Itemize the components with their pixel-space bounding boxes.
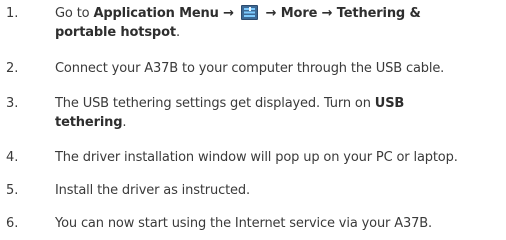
usb-label: USB xyxy=(374,96,405,111)
step-text: Connect your A37B to your computer throu… xyxy=(55,61,445,76)
tethering-label-line2: portable hotspot xyxy=(55,25,176,40)
step-number: 4. xyxy=(6,150,19,165)
step-prefix: Go to xyxy=(55,6,94,21)
step-number: 3. xyxy=(6,96,19,111)
step-text-line1: The USB tethering settings get displayed… xyxy=(55,96,375,111)
application-menu-label: Application Menu xyxy=(93,6,219,21)
step-number: 5. xyxy=(6,183,19,198)
step-text: Go to Application Menu → → More → Tether… xyxy=(55,4,501,42)
step-number: 2. xyxy=(6,61,19,76)
instruction-list: 1. Go to Application Menu → → More → Tet… xyxy=(0,0,506,240)
step-text: You can now start using the Internet ser… xyxy=(55,216,432,231)
more-label: More xyxy=(280,6,318,21)
arrow-separator: → xyxy=(218,6,239,21)
tethering-label-line1: Tethering & xyxy=(336,6,421,21)
step-number: 6. xyxy=(6,216,19,231)
step-end-punct: . xyxy=(175,25,180,40)
arrow-separator: → xyxy=(261,6,281,21)
step-text: Install the driver as instructed. xyxy=(55,183,250,198)
arrow-separator: → xyxy=(317,6,337,21)
step-text: The USB tethering settings get displayed… xyxy=(55,94,501,132)
step-number: 1. xyxy=(6,6,19,21)
tethering-label: tethering xyxy=(55,115,123,130)
step-text: The driver installation window will pop … xyxy=(55,150,458,165)
step-end-punct: . xyxy=(122,115,127,130)
application-menu-icon xyxy=(241,5,259,20)
